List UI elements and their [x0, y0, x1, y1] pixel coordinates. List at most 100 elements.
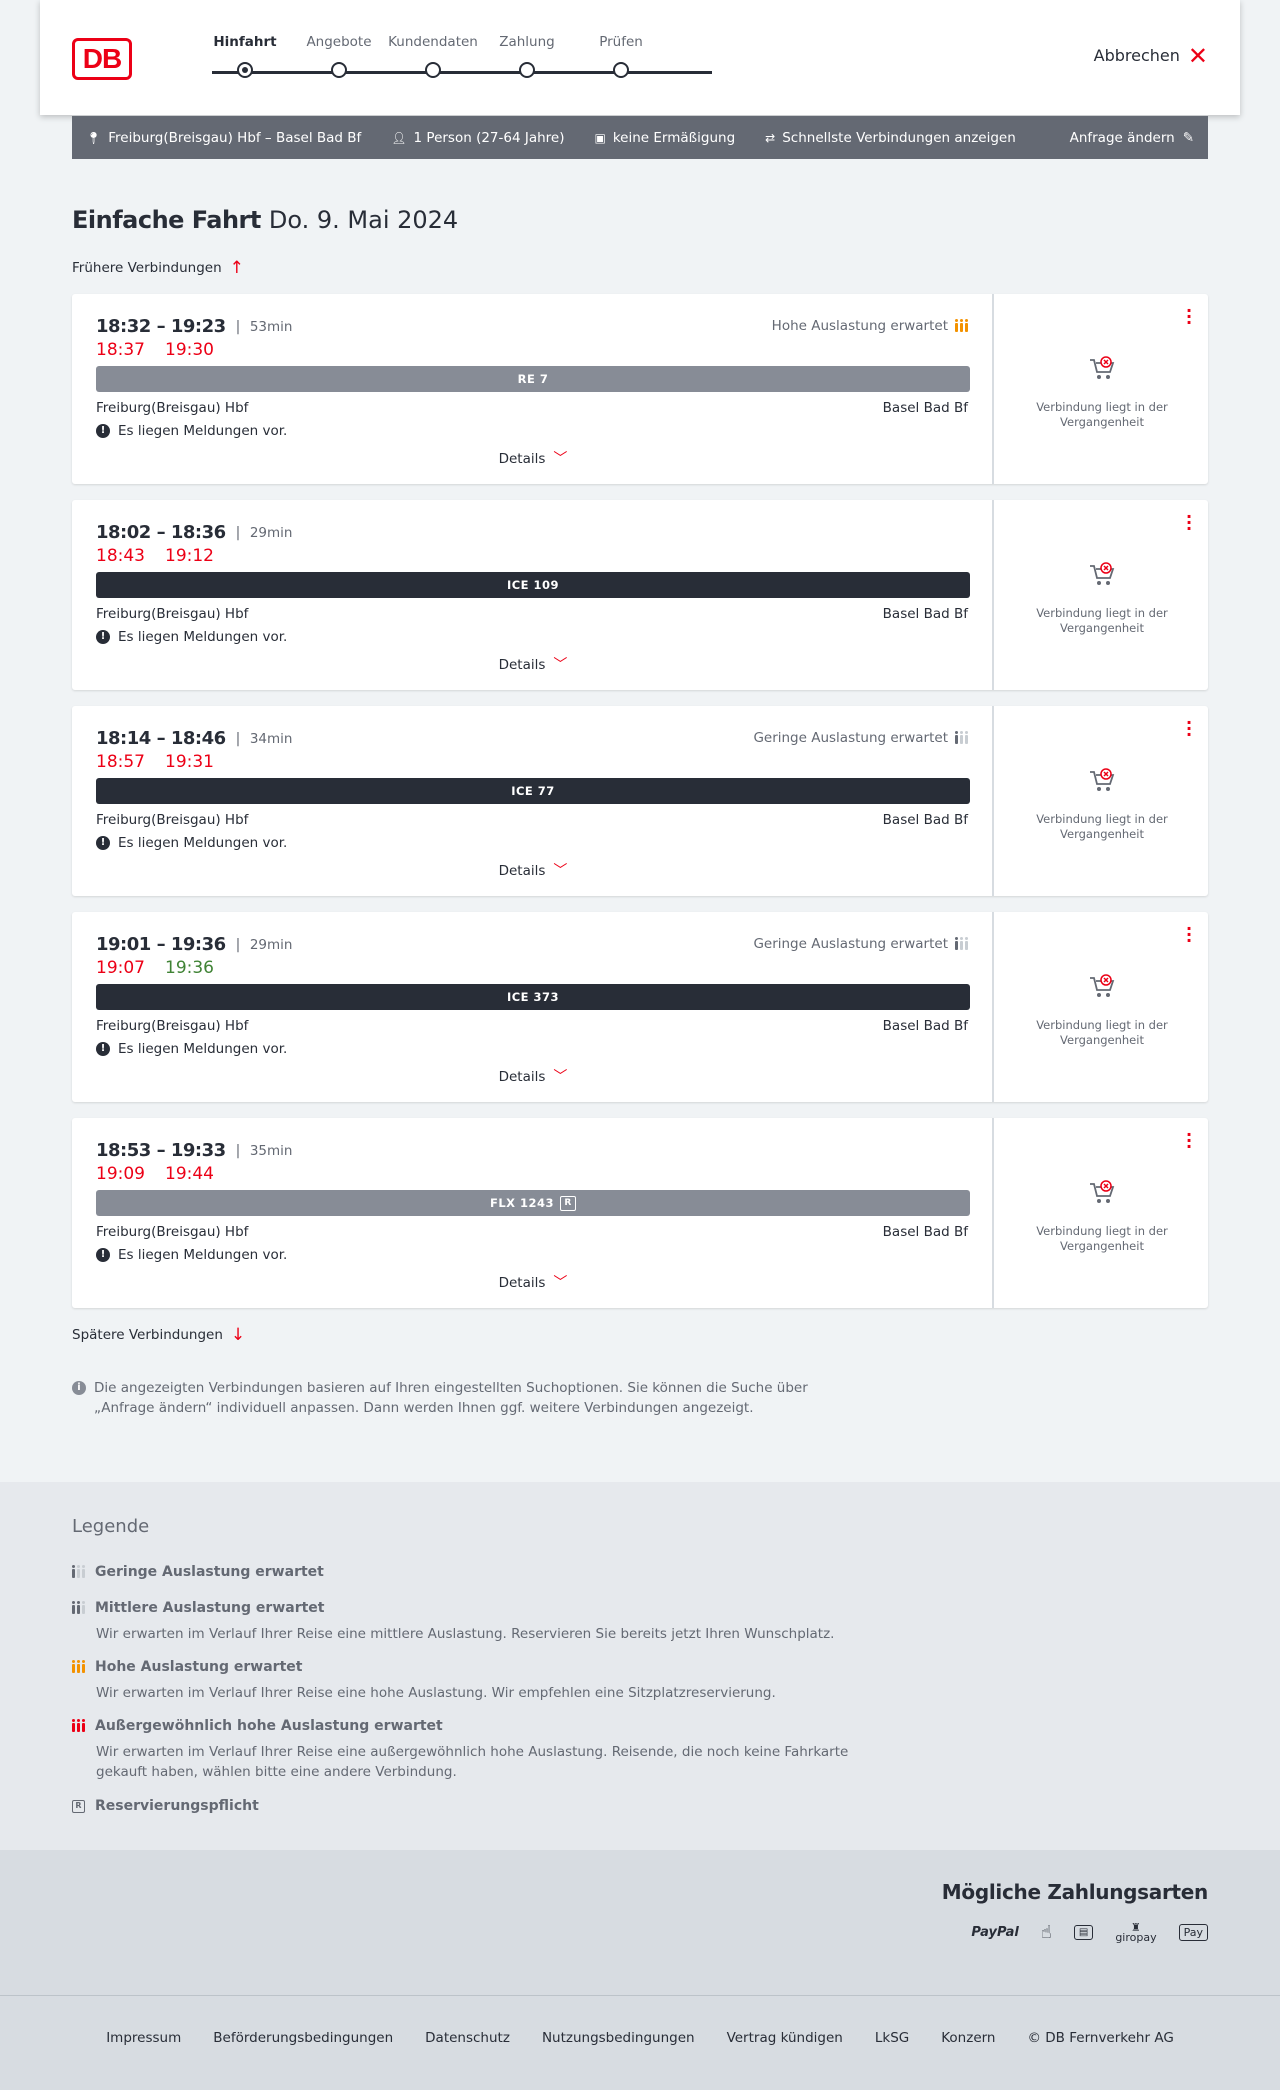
realtime-departure: 19:07: [96, 958, 145, 978]
step-dot: [237, 62, 253, 78]
train-bar[interactable]: RE 7: [96, 366, 970, 392]
realtime-departure: 18:57: [96, 752, 145, 772]
past-connection-text: Verbindung liegt in der Vergangenheit: [1036, 1018, 1168, 1047]
alert-icon: !: [96, 1248, 110, 1262]
alert-icon: !: [96, 424, 110, 438]
connection-main: 18:53 – 19:33 | 35min 19:09 19:44 FLX 1243 R Fr…: [72, 1118, 994, 1308]
duration: 53min: [249, 318, 293, 335]
edit-query-button[interactable]: Anfrage ändern ✎: [1070, 130, 1194, 146]
notice: ! Es liegen Meldungen vor.: [96, 1041, 287, 1057]
db-logo[interactable]: DB: [72, 38, 132, 80]
footer-copyright: © DB Fernverkehr AG: [1027, 2030, 1174, 2046]
footer-link-befoerderungsbedingungen[interactable]: Beförderungsbedingungen: [213, 2030, 393, 2046]
chevron-down-icon: ﹀: [553, 451, 568, 467]
connection-main: 18:02 – 18:36 | 29min 18:43 19:12 ICE 109 Frei…: [72, 500, 994, 690]
footer-link-impressum[interactable]: Impressum: [106, 2030, 181, 2046]
train-bar[interactable]: ICE 373: [96, 984, 970, 1010]
later-connections-link[interactable]: Spätere Verbindungen ↓: [72, 1325, 1208, 1345]
payment-icons: PayPal ☝︎ ▤ ♜ giropay Pay: [971, 1922, 1208, 1943]
progress-line: [212, 71, 712, 74]
discount-text: keine Ermäßigung: [612, 129, 736, 146]
chevron-down-icon: ﹀: [553, 657, 568, 673]
connection-status-panel: · · · Verbindung liegt in der Vergangenheit: [996, 1118, 1208, 1308]
footer-link-konzern[interactable]: Konzern: [941, 2030, 995, 2046]
step-dot: [331, 62, 347, 78]
scheduled-times: 19:01 – 19:36 | 29min: [96, 934, 293, 955]
footer-link-lksg[interactable]: LkSG: [875, 2030, 909, 2046]
more-options-icon[interactable]: · · ·: [1186, 921, 1192, 949]
connection-card[interactable]: 18:53 – 19:33 | 35min 19:09 19:44 FLX 1243 R Fr…: [72, 1118, 1208, 1308]
details-toggle[interactable]: Details ﹀: [72, 654, 994, 674]
scheduled-times: 18:53 – 19:33 | 35min: [96, 1140, 293, 1161]
paypal-icon: PayPal: [971, 1925, 1019, 1940]
legend-item-low: Geringe Auslastung erwartet: [72, 1564, 872, 1580]
realtime-departure: 19:09: [96, 1164, 145, 1184]
notice: ! Es liegen Meldungen vor.: [96, 1247, 287, 1263]
person-icon: 👤︎: [391, 130, 407, 145]
duration: 29min: [249, 936, 293, 953]
past-connection-text: Verbindung liegt in der Vergangenheit: [1036, 606, 1168, 635]
load-indicator: Geringe Auslastung erwartet: [753, 730, 968, 746]
apple-pay-icon: Pay: [1178, 1924, 1208, 1941]
load-indicator: Geringe Auslastung erwartet: [753, 936, 968, 952]
train-bar[interactable]: FLX 1243 R: [96, 1190, 970, 1216]
details-toggle[interactable]: Details ﹀: [72, 448, 994, 468]
realtime-times: 19:07 19:36: [96, 958, 214, 978]
past-connection-text: Verbindung liegt in der Vergangenheit: [1036, 1224, 1168, 1253]
reservation-required-icon: R: [560, 1195, 577, 1211]
header: DB Hinfahrt Angebote Kundendaten Zahlung…: [40, 0, 1240, 115]
page-title: Einfache Fahrt Do. 9. Mai 2024: [72, 206, 459, 234]
arrival-station: Basel Bad Bf: [882, 400, 968, 416]
chevron-down-icon: ﹀: [553, 1275, 568, 1291]
step-pruefen[interactable]: Prüfen: [558, 34, 684, 78]
alert-icon: !: [96, 630, 110, 644]
details-toggle[interactable]: Details ﹀: [72, 1066, 994, 1086]
option-text: Schnellste Verbindungen anzeigen: [782, 129, 1016, 146]
more-options-icon[interactable]: · · ·: [1186, 715, 1192, 743]
connection-card[interactable]: 18:14 – 18:46 | 34min 18:57 19:31 Geringe Aus…: [72, 706, 1208, 896]
cancel-button[interactable]: Abbrechen ✕: [1094, 44, 1208, 68]
arrival-station: Basel Bad Bf: [882, 606, 968, 622]
credit-card-contactless-icon: ☝︎: [1040, 1922, 1052, 1943]
sepa-icon: ▤: [1073, 1925, 1094, 1940]
details-toggle[interactable]: Details ﹀: [72, 860, 994, 880]
connection-status-panel: · · · Verbindung liegt in der Vergangenheit: [996, 706, 1208, 896]
bahncard-icon: ▣: [594, 130, 606, 145]
footer-link-vertrag-kuendigen[interactable]: Vertrag kündigen: [727, 2030, 843, 2046]
scheduled-times: 18:32 – 19:23 | 53min: [96, 316, 293, 337]
train-bar[interactable]: ICE 77: [96, 778, 970, 804]
arrival-station: Basel Bad Bf: [882, 812, 968, 828]
realtime-arrival: 19:12: [165, 546, 214, 566]
footer-link-nutzungsbedingungen[interactable]: Nutzungsbedingungen: [542, 2030, 695, 2046]
reservation-required-icon: R: [72, 1799, 85, 1813]
cart-unavailable-icon: [996, 974, 1208, 1004]
footer-link-datenschutz[interactable]: Datenschutz: [425, 2030, 510, 2046]
connection-card[interactable]: 18:32 – 19:23 | 53min 18:37 19:30 Hohe Auslas…: [72, 294, 1208, 484]
realtime-departure: 18:43: [96, 546, 145, 566]
realtime-times: 18:37 19:30: [96, 340, 214, 360]
realtime-arrival: 19:36: [165, 958, 214, 978]
connection-status-panel: · · · Verbindung liegt in der Vergangenheit: [996, 912, 1208, 1102]
more-options-icon[interactable]: · · ·: [1186, 509, 1192, 537]
cart-unavailable-icon: [996, 562, 1208, 592]
duration: 29min: [249, 524, 293, 541]
realtime-times: 18:43 19:12: [96, 546, 214, 566]
alert-icon: !: [96, 1042, 110, 1056]
footer-links: Impressum Beförderungsbedingungen Datens…: [0, 2030, 1280, 2046]
more-options-icon[interactable]: · · ·: [1186, 303, 1192, 331]
chevron-down-icon: ﹀: [553, 863, 568, 879]
notice: ! Es liegen Meldungen vor.: [96, 423, 287, 439]
connection-card[interactable]: 18:02 – 18:36 | 29min 18:43 19:12 ICE 109 Frei…: [72, 500, 1208, 690]
more-options-icon[interactable]: · · ·: [1186, 1127, 1192, 1155]
details-toggle[interactable]: Details ﹀: [72, 1272, 994, 1292]
notice: ! Es liegen Meldungen vor.: [96, 835, 287, 851]
train-bar[interactable]: ICE 109: [96, 572, 970, 598]
realtime-times: 18:57 19:31: [96, 752, 214, 772]
connection-main: 18:14 – 18:46 | 34min 18:57 19:31 Geringe Aus…: [72, 706, 994, 896]
load-low-icon: [955, 733, 968, 744]
arrival-station: Basel Bad Bf: [882, 1224, 968, 1240]
load-exceptional-icon: [72, 1721, 85, 1732]
connection-card[interactable]: 19:01 – 19:36 | 29min 19:07 19:36 Geringe Aus…: [72, 912, 1208, 1102]
arrival-station: Basel Bad Bf: [882, 1018, 968, 1034]
earlier-connections-link[interactable]: Frühere Verbindungen ↑: [72, 258, 1208, 278]
